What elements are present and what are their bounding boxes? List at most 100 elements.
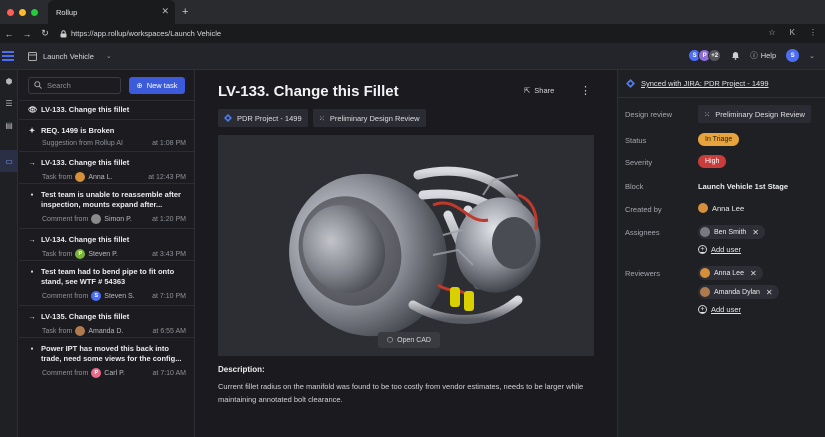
design-review-field[interactable]: ⁙ Preliminary Design Review [698, 105, 811, 123]
more-options-icon[interactable]: ⋮ [580, 84, 591, 97]
browser-tab[interactable]: Rollup ✕ [48, 0, 175, 24]
user-avatar[interactable]: S [786, 49, 800, 62]
minimize-window-button[interactable] [19, 8, 26, 16]
bell-icon[interactable] [731, 51, 740, 60]
list-item[interactable]: 👁 LV-133. Change this fillet [19, 100, 194, 119]
design-review-chip[interactable]: ⁙ Preliminary Design Review [312, 109, 426, 127]
forward-icon[interactable]: → [18, 29, 36, 39]
assignee-name: Ben Smith [714, 228, 747, 236]
maximize-window-button[interactable] [31, 8, 38, 16]
item-title: REQ. 1499 is Broken [41, 126, 115, 135]
reviewer-name: Amanda Dylan [714, 288, 760, 296]
jira-sync-label: Synced with JIRA: PDR Project - 1499 [641, 79, 769, 88]
back-icon[interactable]: ← [0, 29, 18, 39]
item-meta: Task from [42, 250, 73, 258]
item-title: Test team is unable to reassemble after … [41, 190, 181, 209]
new-task-label: New task [146, 80, 178, 90]
reviewer-chip[interactable]: Amanda Dylan ✕ [698, 285, 779, 299]
item-time: at 6:55 AM [152, 327, 186, 335]
list-item[interactable]: ▪ Test team is unable to reassemble after… [19, 183, 194, 228]
cad-viewer[interactable]: ⬡ Open CAD [218, 135, 594, 356]
severity-badge[interactable]: High [698, 155, 727, 168]
design-review-chip-label: Preliminary Design Review [329, 113, 420, 123]
workspace-icon [28, 51, 37, 61]
created-by-label: Created by [625, 205, 662, 214]
list-item[interactable]: ▪ Power IPT has moved this back into trad… [19, 337, 194, 382]
laptop-icon[interactable]: ▭ [0, 150, 18, 172]
browser-menu-icon[interactable]: ⋮ [809, 28, 817, 37]
plus-circle-icon: + [698, 245, 707, 254]
chevron-down-icon[interactable]: ⌄ [809, 52, 815, 60]
remove-reviewer-icon[interactable]: ✕ [766, 288, 773, 297]
collaborator-avatars[interactable]: S P +2 [688, 49, 722, 62]
list-item[interactable]: ▪ Test team had to bend pipe to fit onto … [19, 260, 194, 305]
add-user-label: Add user [711, 245, 742, 254]
list-item[interactable]: → LV-134. Change this fillet Task from P St… [19, 228, 194, 260]
review-icon: ⁙ [318, 113, 325, 123]
list-icon[interactable]: ☰ [0, 92, 18, 114]
page-title: LV-133. Change this Fillet [218, 83, 399, 100]
app-header: Launch Vehicle ⌄ S P +2 ⓘ Help S ⌄ [0, 43, 825, 70]
engine-render-image [218, 135, 594, 356]
description-text: Current fillet radius on the manifold wa… [218, 382, 584, 404]
side-rail: ⬢ ☰ ▤ ▭ [0, 70, 18, 437]
share-icon: ⇱ [524, 86, 531, 95]
remove-assignee-icon[interactable]: ✕ [752, 228, 759, 237]
design-review-label: Design review [625, 110, 673, 119]
close-window-button[interactable] [7, 8, 14, 16]
item-meta: Task from [42, 173, 73, 181]
search-input[interactable]: Search [28, 76, 121, 94]
list-item[interactable]: → LV-135. Change this fillet Task from Ama… [19, 305, 194, 337]
assignees-label: Assignees [625, 228, 660, 237]
open-cad-label: Open CAD [397, 336, 431, 344]
eye-icon: 👁 [28, 105, 38, 114]
avatar [700, 227, 710, 237]
add-reviewer-button[interactable]: + Add user [698, 305, 741, 314]
tab-title: Rollup [56, 7, 78, 17]
block-value[interactable]: Launch Vehicle 1st Stage [698, 182, 788, 191]
item-meta: Comment from [42, 369, 89, 377]
search-placeholder: Search [47, 80, 71, 90]
remove-reviewer-icon[interactable]: ✕ [750, 269, 757, 278]
project-chip[interactable]: PDR Project - 1499 [218, 109, 308, 127]
list-item[interactable]: → LV-133. Change this fillet Task from Ann… [19, 151, 194, 183]
item-meta: Comment from [42, 215, 89, 223]
close-tab-icon[interactable]: ✕ [161, 6, 169, 17]
arrow-right-icon: → [28, 235, 36, 244]
item-author: Carl P. [104, 369, 125, 377]
workspace-selector[interactable]: Launch Vehicle ⌄ [28, 51, 112, 61]
task-detail-main: LV-133. Change this Fillet ⇱ Share ⋮ PDR… [196, 70, 616, 437]
design-review-value-chip: ⁙ Preliminary Design Review [698, 105, 811, 123]
browser-tabbar: Rollup ✕ + [0, 0, 825, 24]
list-item[interactable]: ✦ REQ. 1499 is Broken Suggestion from Rol… [19, 119, 194, 151]
help-label: Help [760, 51, 777, 60]
status-badge[interactable]: In Triage [698, 133, 740, 146]
item-title: Power IPT has moved this back into trade… [41, 344, 182, 363]
created-by-field: Anna Lee [698, 203, 744, 213]
bookmark-star-icon[interactable]: ☆ [768, 28, 775, 37]
avatar [700, 287, 710, 297]
add-assignee-button[interactable]: + Add user [698, 245, 741, 254]
reload-icon[interactable]: ↻ [36, 28, 54, 39]
help-button[interactable]: ⓘ Help [750, 50, 776, 61]
open-cad-button[interactable]: ⬡ Open CAD [378, 332, 440, 348]
new-task-button[interactable]: ⊕ New task [129, 76, 185, 94]
avatar [75, 172, 86, 182]
extensions-icon[interactable]: K [790, 28, 795, 37]
assignee-chip[interactable]: Ben Smith ✕ [698, 225, 765, 239]
reviewer-chip[interactable]: Anna Lee ✕ [698, 266, 763, 280]
share-button[interactable]: ⇱ Share [524, 86, 554, 95]
reviewers-label: Reviewers [625, 269, 661, 278]
cube-icon[interactable]: ⬢ [0, 70, 18, 92]
item-meta: Task from [42, 327, 73, 335]
window-controls [0, 8, 48, 16]
address-bar[interactable]: https://app.rollup/workspaces/Launch Veh… [60, 29, 221, 38]
new-tab-icon[interactable]: + [182, 6, 188, 18]
avatar [698, 203, 708, 213]
plus-circle-icon: + [698, 305, 707, 314]
jira-sync-link[interactable]: Synced with JIRA: PDR Project - 1499 [618, 70, 825, 98]
rollup-logo-icon[interactable] [0, 43, 18, 70]
clipboard-icon[interactable]: ▤ [0, 114, 18, 136]
review-icon: ⁙ [704, 109, 711, 119]
block-label: Block [625, 182, 644, 191]
